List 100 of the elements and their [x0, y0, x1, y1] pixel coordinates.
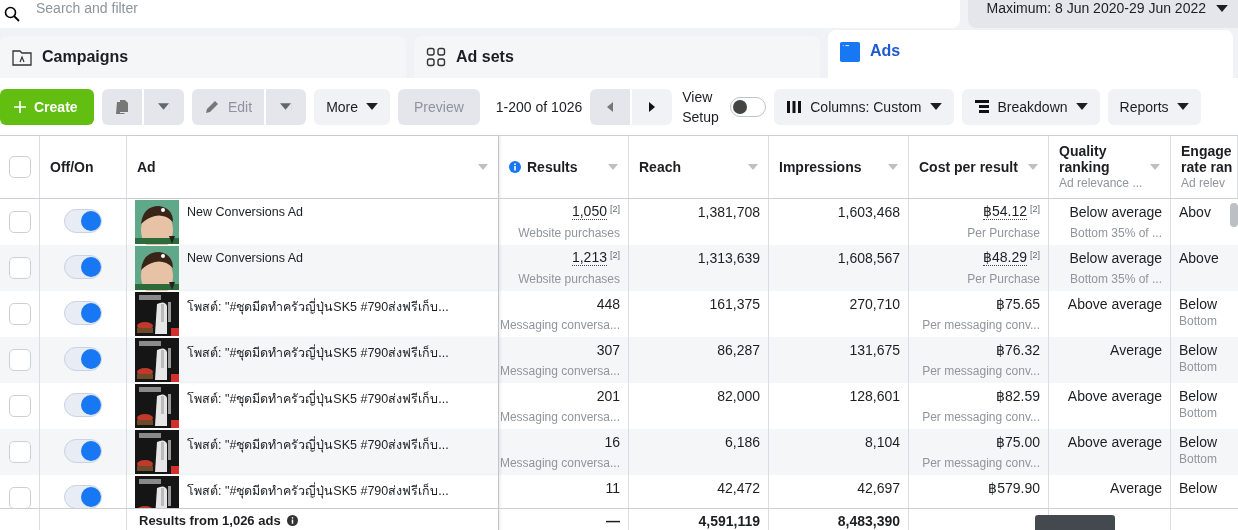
caret-icon: [1075, 103, 1088, 110]
row-checkbox[interactable]: [8, 487, 31, 508]
search-field[interactable]: Search and filter: [34, 0, 960, 17]
date-range-button[interactable]: Maximum: 8 Jun 2020-29 Jun 2022: [968, 0, 1238, 28]
summary-value: —: [606, 513, 620, 529]
ranking-note: Bottom 35% of ...: [1069, 272, 1162, 286]
quality-ranking: Above average: [1067, 388, 1162, 404]
row-checkbox[interactable]: [8, 349, 31, 371]
tab[interactable]: Campaigns: [0, 36, 406, 78]
footnote-mark: [2]: [1030, 204, 1040, 214]
column-header[interactable]: Engage rate ran: [1181, 143, 1237, 175]
ad-name[interactable]: New Conversions Ad: [187, 245, 304, 291]
search-bar[interactable]: Search and filter: [0, 0, 960, 28]
column-subheader: Ad relevance ...: [1059, 175, 1144, 191]
reports-button[interactable]: Reports: [1107, 88, 1201, 125]
cost-label: Per Purchase: [967, 226, 1040, 240]
dropdown-button[interactable]: [266, 88, 307, 125]
cost-value: ฿82.59: [995, 388, 1040, 404]
quality-ranking: Average: [1110, 480, 1162, 496]
ad-toggle[interactable]: [64, 301, 102, 325]
column-header[interactable]: Results: [527, 159, 602, 175]
sort-icon[interactable]: [1150, 164, 1160, 170]
row-checkbox[interactable]: [8, 257, 31, 279]
ad-name[interactable]: โพสต์: "#ชุดมีดทำครัวญี่ปุ่นSK5 #790ส่งฟรีเก็บ...: [187, 337, 449, 383]
info-icon: [286, 514, 298, 526]
ad-toggle[interactable]: [64, 439, 102, 463]
left-arrow-icon: [607, 101, 614, 112]
footnote-mark: [2]: [1030, 250, 1040, 260]
sort-icon[interactable]: [608, 164, 618, 170]
summary-label: Results from 1,026 ads: [139, 512, 281, 528]
sort-icon[interactable]: [888, 164, 898, 170]
engagement-ranking: Below: [1179, 480, 1219, 496]
results-label: Website purchases: [518, 226, 620, 240]
results-label: Messaging conversa...: [499, 364, 620, 378]
view-setup-label: View Setup: [682, 87, 720, 127]
columns-button[interactable]: Columns: Custom: [774, 88, 954, 125]
engagement-ranking: Abov: [1179, 204, 1212, 220]
ad-toggle[interactable]: [64, 255, 102, 279]
ad-name[interactable]: โพสต์: "#ชุดมีดทำครัวญี่ปุ่นSK5 #790ส่งฟรีเก็บ...: [187, 429, 449, 475]
ad-toggle[interactable]: [64, 209, 102, 233]
cost-label: Per messaging conv...: [922, 410, 1040, 424]
column-subheader: Ad relev: [1181, 175, 1227, 191]
row-checkbox[interactable]: [8, 395, 31, 417]
results-value: 307: [596, 342, 620, 358]
ranking-note: Bottom: [1179, 452, 1218, 466]
impressions-value: 1,608,567: [837, 250, 900, 266]
more-button[interactable]: More: [314, 88, 391, 125]
copy-icon: [114, 98, 130, 115]
results-label: Website purchases: [518, 272, 620, 286]
engagement-ranking: Below: [1179, 296, 1219, 312]
results-value: 448: [596, 296, 620, 312]
plus-icon: [14, 100, 26, 113]
tab[interactable]: Ad sets: [414, 36, 820, 78]
scrollbar-thumb[interactable]: [1230, 203, 1238, 227]
reach-value: 42,472: [717, 480, 760, 496]
results-value: 16: [604, 434, 620, 450]
ranking-note: Bottom 35% of ...: [1069, 226, 1162, 240]
footnote-mark: [2]: [610, 204, 620, 214]
duplicate-button[interactable]: [102, 88, 142, 125]
results-label: Messaging conversa...: [499, 318, 620, 332]
column-header[interactable]: Cost per result: [919, 159, 1022, 175]
impressions-value: 8,104: [864, 434, 900, 450]
view-setup-toggle[interactable]: [730, 96, 767, 117]
ad-name[interactable]: New Conversions Ad: [187, 199, 304, 245]
next-page-button[interactable]: [632, 88, 673, 125]
quality-ranking: Below average: [1069, 204, 1162, 220]
tab[interactable]: Ads: [828, 30, 1233, 78]
cost-value: ฿579.90: [988, 480, 1040, 496]
breakdown-button[interactable]: Breakdown: [961, 88, 1100, 125]
ad-name[interactable]: โพสต์: "#ชุดมีดทำครัวญี่ปุ่นSK5 #790ส่งฟรีเก็บ...: [187, 383, 449, 429]
impressions-value: 42,697: [857, 480, 900, 496]
column-header[interactable]: Reach: [639, 159, 742, 175]
caret-icon: [1216, 4, 1228, 12]
sort-icon[interactable]: [748, 164, 758, 170]
sort-icon[interactable]: [478, 164, 488, 170]
column-header[interactable]: Impressions: [779, 159, 882, 175]
previous-page-button[interactable]: [590, 88, 631, 125]
column-header[interactable]: Quality ranking: [1059, 143, 1129, 175]
ad-name[interactable]: โพสต์: "#ชุดมีดทำครัวญี่ปุ่นSK5 #790ส่งฟรีเก็บ...: [187, 291, 449, 337]
ad-toggle[interactable]: [64, 347, 102, 371]
reach-value: 82,000: [717, 388, 760, 404]
ad-toggle[interactable]: [64, 485, 102, 508]
row-checkbox[interactable]: [8, 441, 31, 463]
summary-value: 4,591,119: [698, 513, 760, 529]
pencil-icon: [204, 98, 220, 115]
select-all-checkbox[interactable]: [8, 156, 31, 178]
engagement-ranking: Below: [1179, 434, 1219, 450]
ad-toggle[interactable]: [64, 393, 102, 417]
popup-panel[interactable]: [1035, 515, 1115, 530]
row-checkbox[interactable]: [8, 211, 31, 233]
column-header[interactable]: Ad: [137, 159, 472, 175]
sort-icon[interactable]: [1028, 164, 1038, 170]
column-header[interactable]: Off/On: [50, 159, 116, 175]
engagement-ranking: Above: [1179, 250, 1220, 266]
ad-name[interactable]: โพสต์: "#ชุดมีดทำครัวญี่ปุ่นSK5 #790ส่งฟรีเก็บ...: [187, 475, 449, 508]
dropdown-button[interactable]: [144, 88, 184, 125]
row-checkbox[interactable]: [8, 303, 31, 325]
ranking-note: Bottom: [1179, 360, 1218, 374]
cost-value: ฿75.65: [995, 296, 1040, 312]
ad-window-icon: [840, 42, 860, 62]
